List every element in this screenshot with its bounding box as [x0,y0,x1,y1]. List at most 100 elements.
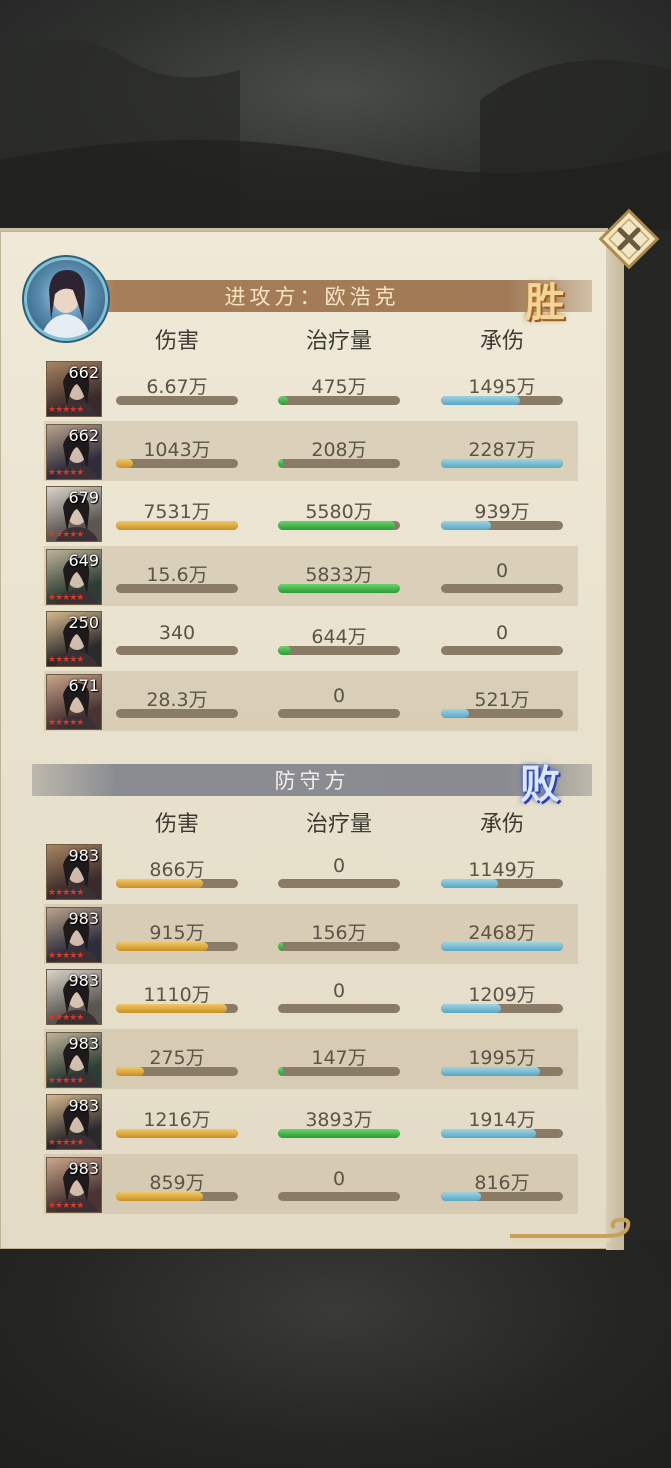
taken-bar-fill [441,521,492,530]
damage-value: 340 [158,622,196,644]
hero-portrait[interactable]: 662 ★★★★★ [46,361,102,417]
hero-stat-row: 983 ★★★★★ 859万 0 816万 [44,1153,578,1214]
heal-bar [278,879,400,888]
damage-value: 28.3万 [146,688,208,711]
heal-stat: 644万 [276,608,402,668]
hero-portrait[interactable]: 250 ★★★★★ [46,611,102,667]
taken-bar [441,1191,563,1201]
damage-stat: 1216万 [114,1091,240,1151]
rank-star-icon: ★★★★★ [48,717,84,728]
col-damage-header: 伤害 [154,812,199,837]
damage-bar [116,708,238,718]
taken-bar-fill [441,396,521,405]
hero-stat-row: 649 ★★★★★ 15.6万 5833万 0 [44,545,578,606]
taken-bar-fill [441,879,499,888]
hero-level: 662 [68,425,99,445]
defender-header: 防守方 [32,764,592,796]
heal-stat: 5580万 [276,483,402,543]
damage-stat: 915万 [114,904,240,964]
result-win-badge: 胜 [525,279,565,326]
hero-stat-row: 983 ★★★★★ 866万 0 1149万 [44,841,578,901]
rank-star-icon: ★★★★★ [48,1075,84,1086]
hero-level: 983 [68,1033,99,1053]
heal-stat: 147万 [276,1029,402,1089]
hero-level: 983 [68,1096,99,1115]
hero-portrait[interactable]: 649 ★★★★★ [46,548,102,605]
attacker-header: 进攻方：欧浩克 [32,280,592,312]
taken-bar-fill [441,1191,482,1201]
hero-level: 649 [68,550,99,570]
heal-bar-fill [278,396,288,405]
damage-stat: 275万 [114,1029,240,1089]
heal-bar [278,458,400,468]
damage-value: 7531万 [143,501,211,523]
result-lose-badge: 败 [520,761,560,808]
taken-value: 0 [495,559,509,582]
hero-portrait[interactable]: 671 ★★★★★ [46,673,102,730]
heal-stat: 0 [276,966,402,1026]
heal-stat: 0 [276,841,402,901]
background-ground [0,1240,671,1468]
taken-bar [441,1004,563,1013]
heal-value: 147万 [311,1046,367,1069]
hero-portrait[interactable]: 983 ★★★★★ [46,1031,102,1088]
col-heal-header: 治疗量 [305,329,372,354]
hero-portrait[interactable]: 983 ★★★★★ [46,969,102,1025]
heal-bar [278,583,400,593]
taken-bar [441,521,563,530]
heal-stat: 475万 [276,358,402,418]
taken-stat: 0 [439,546,565,606]
heal-bar [278,1191,400,1201]
heal-stat: 5833万 [276,546,402,606]
col-taken-header: 承伤 [479,812,524,837]
damage-bar [116,458,238,468]
taken-bar [441,708,563,718]
heal-bar-fill [278,646,292,655]
taken-bar-fill [441,708,470,718]
hero-stat-row: 983 ★★★★★ 275万 147万 1995万 [44,1028,578,1089]
rank-star-icon: ★★★★★ [48,1138,84,1148]
taken-bar-fill [441,1004,501,1013]
heal-value: 0 [332,980,346,1002]
rank-star-icon: ★★★★★ [48,1013,84,1023]
damage-value: 859万 [149,1171,205,1194]
hero-portrait[interactable]: 983 ★★★★★ [46,1094,102,1150]
taken-stat: 1495万 [439,358,565,418]
damage-stat: 1110万 [114,966,240,1026]
taken-stat: 0 [439,608,565,668]
damage-bar [116,1129,238,1138]
heal-value: 0 [332,855,346,877]
taken-stat: 1209万 [439,966,565,1026]
hero-stat-row: 250 ★★★★★ 340 644万 0 [44,608,578,668]
taken-value: 816万 [474,1171,530,1194]
heal-bar-fill [278,458,283,468]
taken-bar-fill [441,458,563,468]
player-avatar[interactable] [27,260,105,338]
hero-portrait[interactable]: 662 ★★★★★ [46,423,102,480]
hero-level: 983 [68,846,99,865]
heal-bar [278,521,400,530]
hero-level: 983 [68,1158,99,1178]
taken-bar [441,879,563,888]
hero-portrait[interactable]: 983 ★★★★★ [46,1156,102,1213]
hero-portrait[interactable]: 679 ★★★★★ [46,486,102,542]
damage-stat: 28.3万 [114,671,240,731]
hero-portrait[interactable]: 983 ★★★★★ [46,906,102,963]
hero-portrait[interactable]: 983 ★★★★★ [46,844,102,900]
heal-bar-fill [278,583,400,593]
heal-value: 3893万 [305,1109,373,1131]
damage-bar-fill [116,521,238,530]
taken-stat: 939万 [439,483,565,543]
damage-bar [116,1004,238,1013]
hero-level: 250 [68,613,99,632]
close-button[interactable] [595,205,663,273]
taken-bar [441,1129,563,1138]
col-taken-header: 承伤 [479,329,524,354]
heal-stat: 0 [276,1154,402,1214]
taken-bar [441,941,563,951]
heal-value: 156万 [311,921,367,944]
player-portrait-icon [41,270,91,338]
col-heal-header: 治疗量 [305,812,372,837]
damage-bar [116,1066,238,1076]
damage-stat: 859万 [114,1154,240,1214]
